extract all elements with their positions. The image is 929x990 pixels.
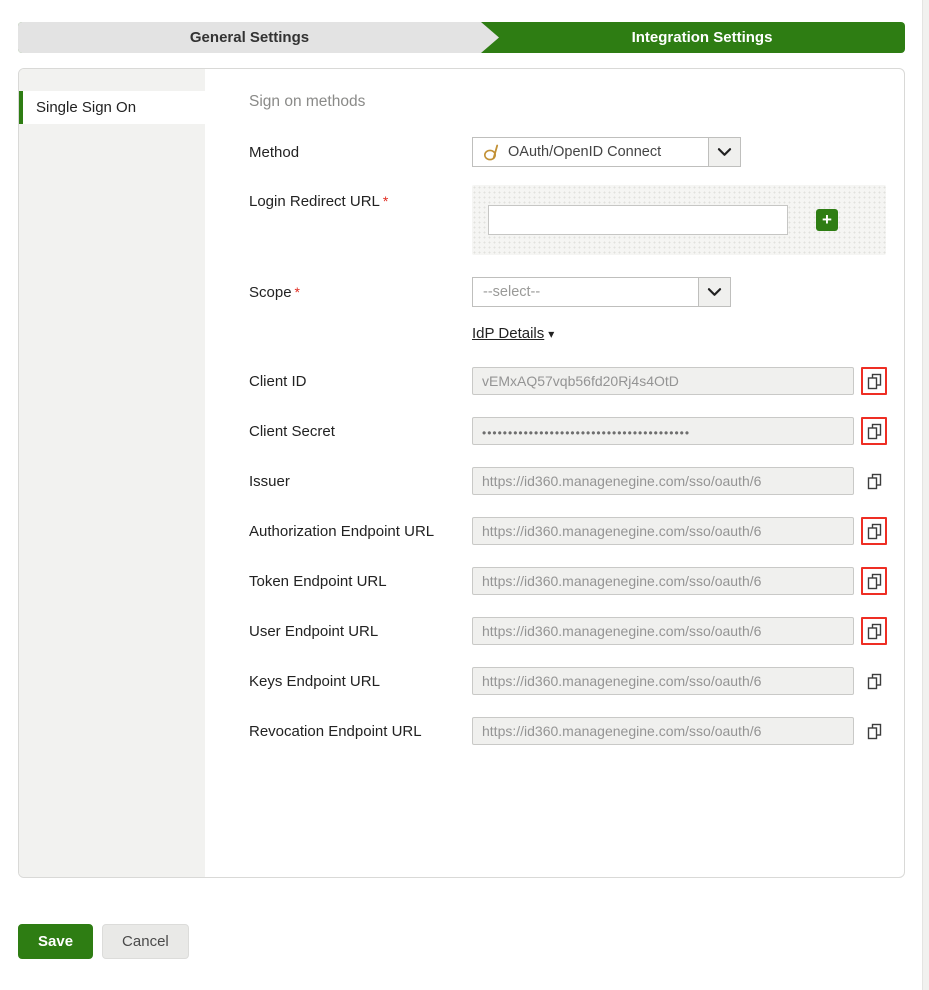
required-asterisk: *: [382, 193, 389, 209]
client-id-value: vEMxAQ57vqb56fd20Rj4s4OtD: [482, 373, 679, 389]
scope-selected-value: --select--: [473, 278, 698, 306]
client-secret-label: Client Secret: [249, 423, 335, 440]
issuer-label: Issuer: [249, 473, 290, 490]
copy-authorization-endpoint-button[interactable]: [861, 517, 887, 545]
authorization-endpoint-value: https://id360.managenegine.com/sso/oauth…: [482, 523, 762, 539]
chevron-down-icon: [717, 146, 732, 158]
field-row-authorization-endpoint: Authorization Endpoint URL https://id360…: [249, 517, 904, 545]
copy-icon: [867, 573, 882, 590]
field-row-token-endpoint: Token Endpoint URL https://id360.managen…: [249, 567, 904, 595]
copy-user-endpoint-button[interactable]: [861, 617, 887, 645]
issuer-field: https://id360.managenegine.com/sso/oauth…: [472, 467, 854, 495]
login-redirect-label: Login Redirect URL: [249, 193, 380, 210]
method-dropdown-button[interactable]: [708, 138, 740, 166]
caret-down-icon: ▾: [548, 327, 555, 341]
idp-details-toggle[interactable]: IdP Details: [472, 325, 544, 342]
field-row-keys-endpoint: Keys Endpoint URL https://id360.managene…: [249, 667, 904, 695]
field-row-revocation-endpoint: Revocation Endpoint URL https://id360.ma…: [249, 717, 904, 745]
keys-endpoint-field: https://id360.managenegine.com/sso/oauth…: [472, 667, 854, 695]
method-label: Method: [249, 144, 300, 161]
login-redirect-input[interactable]: [488, 205, 788, 235]
keys-endpoint-value: https://id360.managenegine.com/sso/oauth…: [482, 673, 762, 689]
authorization-endpoint-label: Authorization Endpoint URL: [249, 523, 435, 540]
sidebar: Single Sign On: [19, 69, 205, 877]
user-endpoint-label: User Endpoint URL: [249, 623, 379, 640]
scope-label: Scope: [249, 284, 292, 301]
revocation-endpoint-label: Revocation Endpoint URL: [249, 723, 422, 740]
tab-integration-settings[interactable]: Integration Settings: [499, 22, 905, 53]
scope-select[interactable]: --select--: [472, 277, 731, 307]
keys-endpoint-label: Keys Endpoint URL: [249, 673, 380, 690]
copy-icon: [867, 373, 882, 390]
chevron-down-icon: [707, 286, 722, 298]
client-secret-field: ••••••••••••••••••••••••••••••••••••••••: [472, 417, 854, 445]
client-id-label: Client ID: [249, 373, 307, 390]
tab-integration-settings-label: Integration Settings: [631, 29, 773, 46]
copy-icon: [867, 723, 882, 740]
tab-general-settings[interactable]: General Settings: [18, 22, 499, 53]
revocation-endpoint-field: https://id360.managenegine.com/sso/oauth…: [472, 717, 854, 745]
settings-tabbar: General Settings Integration Settings: [18, 22, 905, 53]
add-redirect-url-button[interactable]: +: [816, 209, 838, 231]
copy-issuer-button[interactable]: [861, 467, 887, 495]
copy-icon: [867, 623, 882, 640]
client-secret-value: ••••••••••••••••••••••••••••••••••••••••: [482, 425, 691, 440]
authorization-endpoint-field: https://id360.managenegine.com/sso/oauth…: [472, 517, 854, 545]
copy-token-endpoint-button[interactable]: [861, 567, 887, 595]
cancel-button[interactable]: Cancel: [102, 924, 189, 959]
copy-client-secret-button[interactable]: [861, 417, 887, 445]
page-scroll-track[interactable]: [922, 0, 929, 990]
user-endpoint-field: https://id360.managenegine.com/sso/oauth…: [472, 617, 854, 645]
copy-icon: [867, 473, 882, 490]
sso-content: Sign on methods Method OAuth/OpenID Conn…: [205, 69, 904, 877]
field-row-client-secret: Client Secret ••••••••••••••••••••••••••…: [249, 417, 904, 445]
scope-dropdown-button[interactable]: [698, 278, 730, 306]
method-selected-value: OAuth/OpenID Connect: [508, 144, 662, 160]
copy-icon: [867, 673, 882, 690]
section-title: Sign on methods: [249, 93, 366, 110]
copy-client-id-button[interactable]: [861, 367, 887, 395]
footer-actions: Save Cancel: [18, 924, 189, 959]
copy-keys-endpoint-button[interactable]: [861, 667, 887, 695]
sidebar-item-single-sign-on-label: Single Sign On: [36, 99, 137, 116]
user-endpoint-value: https://id360.managenegine.com/sso/oauth…: [482, 623, 762, 639]
field-row-client-id: Client ID vEMxAQ57vqb56fd20Rj4s4OtD: [249, 367, 904, 395]
copy-icon: [867, 423, 882, 440]
method-select[interactable]: OAuth/OpenID Connect: [472, 137, 741, 167]
revocation-endpoint-value: https://id360.managenegine.com/sso/oauth…: [482, 723, 762, 739]
client-id-field: vEMxAQ57vqb56fd20Rj4s4OtD: [472, 367, 854, 395]
tab-general-settings-label: General Settings: [189, 29, 310, 46]
field-row-issuer: Issuer https://id360.managenegine.com/ss…: [249, 467, 904, 495]
oauth-icon: [483, 142, 500, 162]
login-redirect-group: +: [472, 185, 886, 255]
field-row-user-endpoint: User Endpoint URL https://id360.managene…: [249, 617, 904, 645]
required-asterisk: *: [294, 284, 300, 300]
copy-icon: [867, 523, 882, 540]
sidebar-item-single-sign-on[interactable]: Single Sign On: [19, 91, 205, 124]
copy-revocation-endpoint-button[interactable]: [861, 717, 887, 745]
token-endpoint-field: https://id360.managenegine.com/sso/oauth…: [472, 567, 854, 595]
issuer-value: https://id360.managenegine.com/sso/oauth…: [482, 473, 762, 489]
token-endpoint-value: https://id360.managenegine.com/sso/oauth…: [482, 573, 762, 589]
save-button[interactable]: Save: [18, 924, 94, 959]
token-endpoint-label: Token Endpoint URL: [249, 573, 387, 590]
integration-settings-panel: Single Sign On Sign on methods Method OA…: [18, 68, 905, 878]
